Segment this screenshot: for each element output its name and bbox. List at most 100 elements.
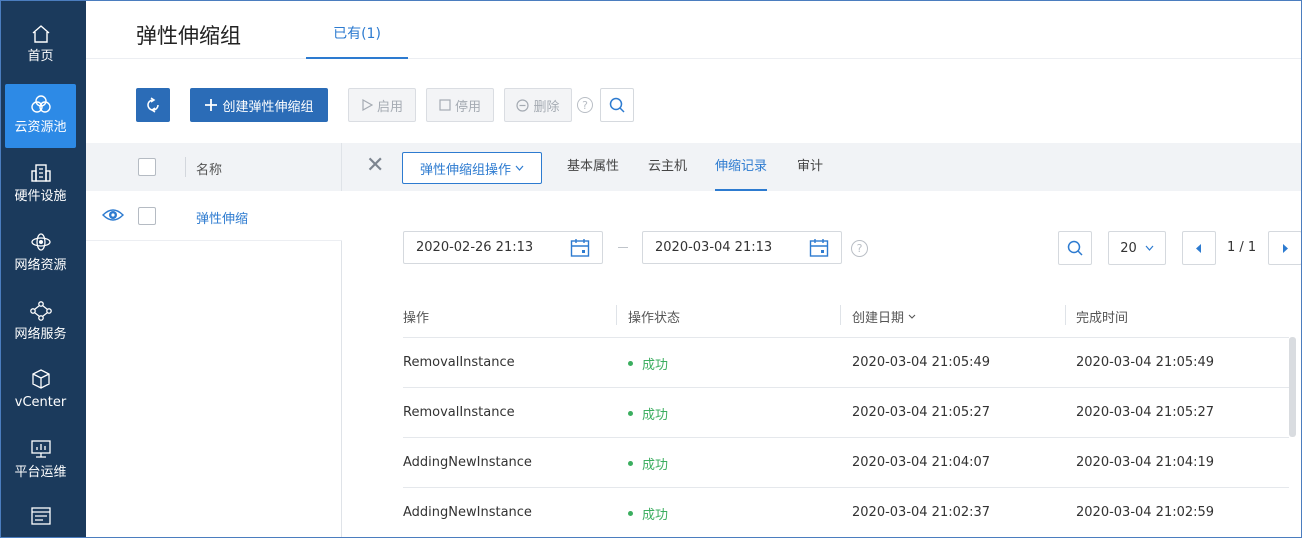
operation-cell: AddingNewInstance	[403, 505, 532, 520]
stop-button[interactable]: 停用	[426, 88, 494, 122]
row-divider	[403, 487, 1289, 488]
list-header: 名称	[86, 143, 342, 191]
finished-cell: 2020-03-04 21:04:19	[1076, 455, 1215, 470]
success-dot-icon	[628, 511, 633, 516]
create-scaling-group-button[interactable]: 创建弹性伸缩组	[190, 88, 328, 122]
operation-cell: RemovalInstance	[403, 405, 515, 420]
monitor-icon	[30, 440, 51, 458]
column-divider	[1065, 305, 1066, 325]
row-checkbox[interactable]	[138, 207, 156, 225]
help-icon[interactable]: ?	[851, 240, 868, 257]
sidebar-item-home[interactable]: 首页	[5, 15, 76, 79]
created-cell: 2020-03-04 21:05:27	[852, 405, 991, 420]
sidebar-item-network-service[interactable]: 网络服务	[5, 291, 76, 355]
sidebar-item-vcenter[interactable]: vCenter	[5, 359, 76, 423]
eye-icon[interactable]	[102, 206, 124, 224]
sidebar-item-label: vCenter	[14, 395, 67, 410]
sidebar-item-label: 云资源池	[14, 120, 67, 135]
col-header-operation: 操作	[403, 311, 430, 326]
end-date-value: 2020-03-04 21:13	[655, 240, 773, 255]
sidebar-item-ops[interactable]: 平台运维	[5, 429, 76, 493]
list-item[interactable]: 弹性伸缩	[86, 191, 342, 241]
status-cell: 成功	[628, 404, 668, 423]
date-range-separator	[618, 247, 628, 248]
network-service-icon	[29, 301, 52, 321]
page-size-value: 20	[1120, 240, 1137, 256]
sidebar-item-label: 首页	[27, 49, 54, 64]
tab-cloud-hosts[interactable]: 云主机	[648, 143, 687, 191]
status-text: 成功	[642, 458, 669, 473]
sidebar-item-hardware[interactable]: 硬件设施	[5, 153, 76, 217]
created-cell: 2020-03-04 21:02:37	[852, 505, 991, 520]
minus-circle-icon	[516, 98, 530, 112]
success-dot-icon	[628, 411, 633, 416]
page-header: 弹性伸缩组 已有(1)	[86, 1, 1301, 59]
help-icon[interactable]: ?	[577, 97, 593, 113]
toolbar: 创建弹性伸缩组 启用 停用 删除 ?	[86, 59, 1301, 143]
start-date-value: 2020-02-26 21:13	[416, 240, 534, 255]
caret-left-icon	[1196, 243, 1201, 253]
prev-page-button[interactable]	[1182, 231, 1216, 265]
ops-dropdown-label: 弹性伸缩组操作	[419, 162, 511, 178]
column-divider	[840, 305, 841, 325]
start-date-input[interactable]: 2020-02-26 21:13	[403, 231, 603, 264]
sidebar-item-cloud-pool[interactable]: 云资源池	[5, 84, 76, 148]
operation-cell: RemovalInstance	[403, 355, 515, 370]
status-text: 成功	[642, 508, 669, 523]
column-divider	[185, 157, 186, 177]
finished-cell: 2020-03-04 21:02:59	[1076, 505, 1215, 520]
sidebar-item-network-resource[interactable]: 网络资源	[5, 222, 76, 286]
search-icon	[1067, 240, 1083, 256]
delete-label: 删除	[533, 99, 560, 115]
select-all-checkbox[interactable]	[138, 158, 156, 176]
caret-right-icon	[1283, 243, 1288, 253]
sidebar-item-more[interactable]	[5, 497, 76, 537]
page-size-select[interactable]: 20	[1108, 231, 1166, 265]
close-icon[interactable]: ✕	[366, 155, 384, 177]
finished-cell: 2020-03-04 21:05:49	[1076, 355, 1215, 370]
tab-existing[interactable]: 已有(1)	[306, 1, 408, 59]
pager-text: 1 / 1	[1227, 240, 1257, 255]
sidebar: 首页 云资源池 硬件设施 网络资源 网络服务 vCenter 平台运维	[1, 1, 86, 537]
sidebar-item-label: 平台运维	[14, 465, 67, 480]
chevron-down-icon	[1145, 245, 1154, 251]
sidebar-item-label: 硬件设施	[14, 189, 67, 204]
refresh-button[interactable]	[136, 88, 170, 122]
column-divider	[616, 305, 617, 325]
next-page-button[interactable]	[1268, 231, 1301, 265]
tab-audit[interactable]: 审计	[797, 143, 823, 191]
calendar-icon[interactable]	[809, 238, 829, 258]
status-text: 成功	[642, 408, 669, 423]
col-header-status: 操作状态	[628, 311, 681, 326]
status-text: 成功	[642, 358, 669, 373]
cloud-pool-icon	[30, 95, 51, 113]
delete-button[interactable]: 删除	[504, 88, 572, 122]
app-window: 首页 云资源池 硬件设施 网络资源 网络服务 vCenter 平台运维 弹性伸缩…	[0, 0, 1302, 538]
tab-scaling-records[interactable]: 伸缩记录	[715, 143, 768, 191]
row-divider	[403, 337, 1289, 338]
home-icon	[32, 25, 49, 43]
table-scrollbar[interactable]	[1289, 337, 1296, 437]
search-icon	[609, 97, 625, 113]
records-search-button[interactable]	[1058, 231, 1092, 265]
list-icon	[30, 507, 51, 525]
network-resource-icon	[30, 233, 51, 251]
end-date-input[interactable]: 2020-03-04 21:13	[642, 231, 842, 264]
operation-cell: AddingNewInstance	[403, 455, 532, 470]
chevron-down-icon	[515, 165, 524, 171]
scaling-group-name-link[interactable]: 弹性伸缩	[196, 208, 248, 227]
search-button[interactable]	[600, 88, 634, 122]
col-header-created[interactable]: 创建日期	[852, 307, 916, 326]
calendar-icon[interactable]	[570, 238, 590, 258]
stop-label: 停用	[454, 99, 481, 115]
success-dot-icon	[628, 461, 633, 466]
success-dot-icon	[628, 361, 633, 366]
status-cell: 成功	[628, 354, 668, 373]
refresh-icon	[147, 97, 159, 113]
tab-basic-properties[interactable]: 基本属性	[567, 143, 619, 191]
created-cell: 2020-03-04 21:04:07	[852, 455, 991, 470]
scaling-group-ops-dropdown[interactable]: 弹性伸缩组操作	[402, 152, 542, 184]
start-button[interactable]: 启用	[348, 88, 416, 122]
create-label: 创建弹性伸缩组	[222, 99, 314, 115]
col-header-finished: 完成时间	[1076, 311, 1129, 326]
